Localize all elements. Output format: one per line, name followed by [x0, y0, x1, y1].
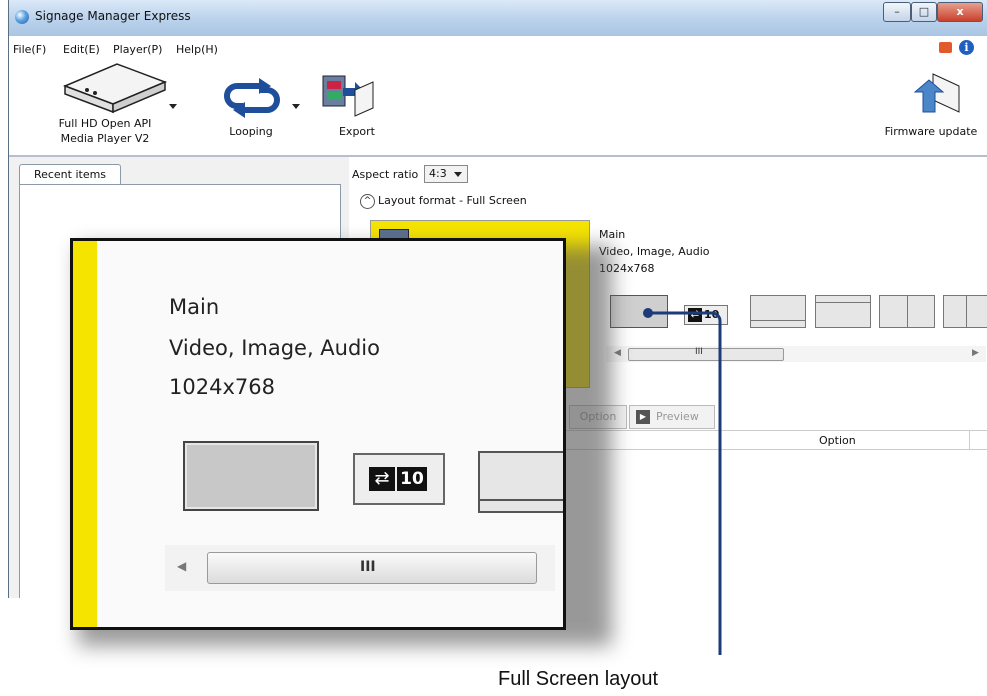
callout-connector	[643, 308, 722, 655]
callout-label: Full Screen layout	[498, 668, 659, 690]
